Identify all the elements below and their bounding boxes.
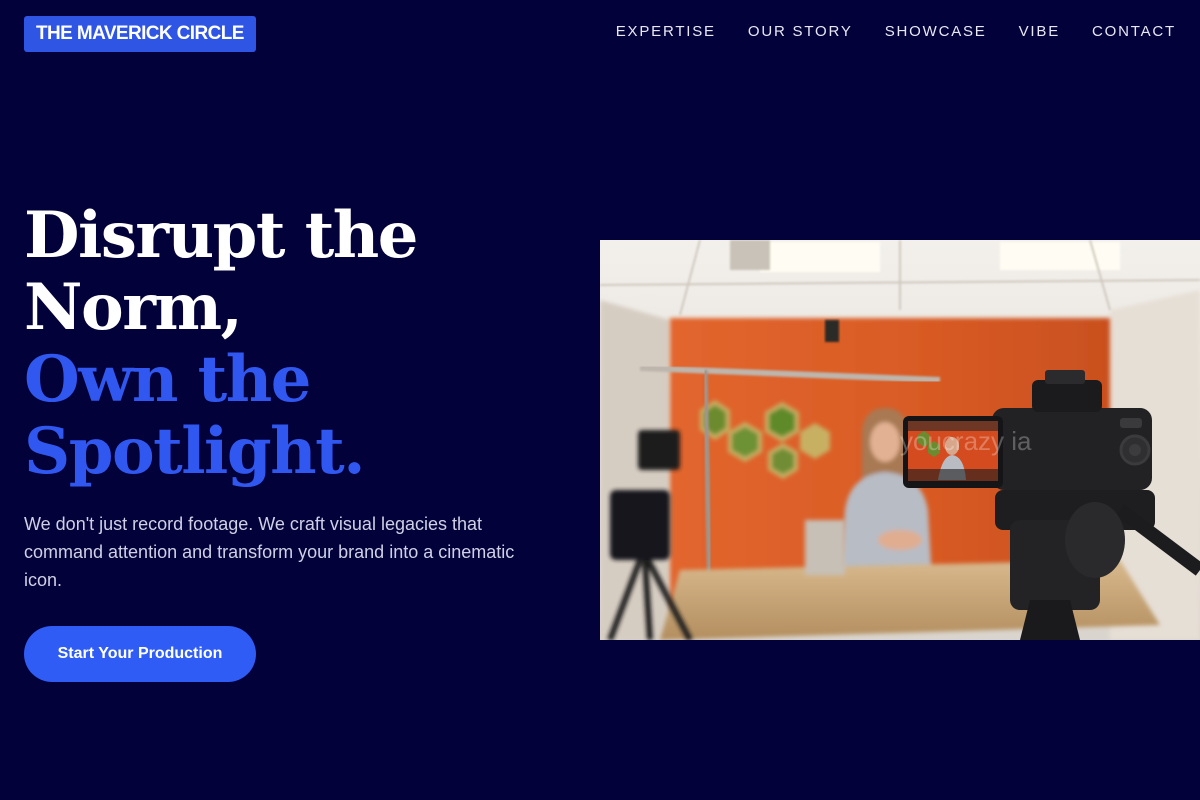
nav-item-our-story[interactable]: OUR STORY: [748, 22, 853, 42]
studio-camera-photo: youcrazy ia: [600, 240, 1200, 640]
hero-image: youcrazy ia: [600, 240, 1200, 640]
hero-subtext: We don't just record footage. We craft v…: [24, 514, 515, 590]
landing-page: THE MAVERICK CIRCLE EXPERTISE OUR STORY …: [0, 0, 1200, 800]
nav-item-expertise[interactable]: EXPERTISE: [616, 22, 716, 42]
headline-line-2: Norm,: [24, 270, 243, 345]
headline-line-3: Own the: [24, 342, 311, 417]
start-production-button[interactable]: Start Your Production: [24, 626, 256, 682]
headline-line-4: Spotlight.: [24, 414, 365, 489]
nav-item-showcase[interactable]: SHOWCASE: [885, 22, 987, 42]
nav-item-vibe[interactable]: VIBE: [1019, 22, 1060, 42]
brand-logo[interactable]: THE MAVERICK CIRCLE: [24, 16, 256, 52]
headline-line-1: Disrupt the: [24, 198, 419, 273]
hero-headline: Disrupt the Norm, Own the Spotlight.: [24, 200, 564, 488]
nav-item-contact[interactable]: CONTACT: [1092, 22, 1176, 42]
main-nav: EXPERTISE OUR STORY SHOWCASE VIBE CONTAC…: [616, 22, 1176, 42]
image-watermark: youcrazy ia: [900, 426, 1032, 456]
